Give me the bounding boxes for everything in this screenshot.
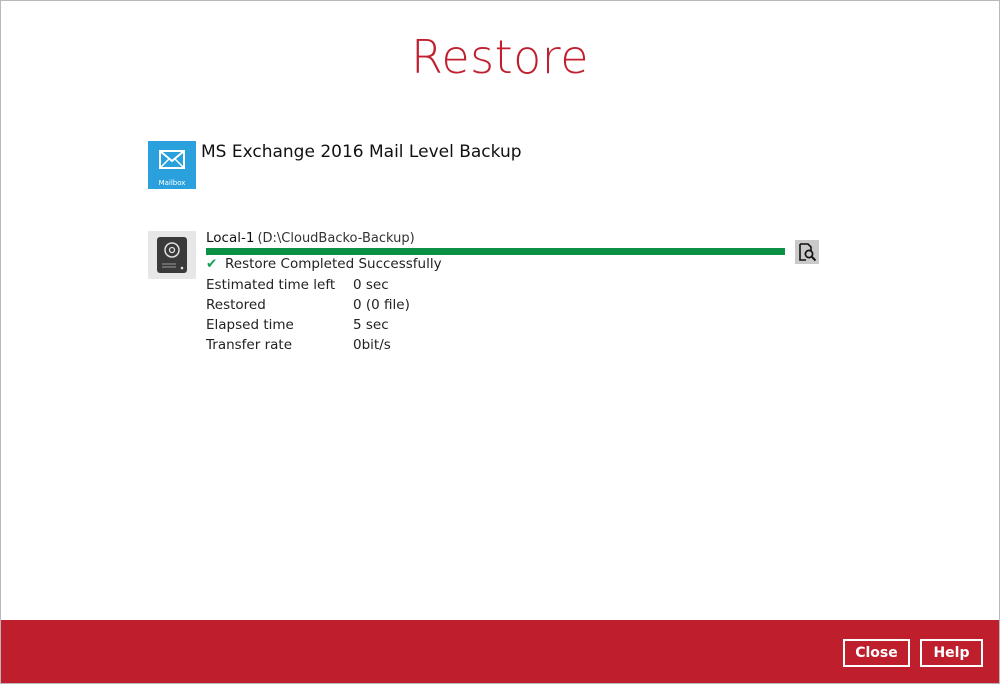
backup-set-name: MS Exchange 2016 Mail Level Backup: [201, 142, 522, 162]
mailbox-icon: [159, 150, 185, 169]
stat-value: 0 sec: [353, 277, 389, 293]
stat-row-estimated-time: Estimated time left 0 sec: [206, 276, 410, 296]
hard-drive-icon: [157, 237, 187, 273]
help-button[interactable]: Help: [920, 639, 983, 667]
close-button[interactable]: Close: [843, 639, 910, 667]
checkmark-icon: ✔: [206, 256, 218, 272]
stat-value: 5 sec: [353, 317, 389, 333]
backup-set-tile: Mailbox: [148, 141, 196, 189]
destination-label: Local-1 (D:\CloudBacko-Backup): [206, 230, 415, 246]
restore-progress-fill: [206, 248, 785, 255]
page-title: Restore: [410, 30, 590, 84]
restore-stats: Estimated time left 0 sec Restored 0 (0 …: [206, 276, 410, 356]
view-report-button[interactable]: [795, 240, 819, 264]
stat-label: Transfer rate: [206, 337, 292, 353]
mailbox-tile-label: Mailbox: [158, 179, 186, 187]
restore-status-text: Restore Completed Successfully: [225, 256, 442, 272]
stat-row-elapsed-time: Elapsed time 5 sec: [206, 316, 410, 336]
destination-name: Local-1: [206, 230, 255, 246]
stat-label: Elapsed time: [206, 317, 294, 333]
stat-label: Estimated time left: [206, 277, 336, 293]
footer-bar: Close Help: [1, 620, 999, 683]
restore-progress-bar: [206, 248, 785, 255]
stat-label: Restored: [206, 297, 266, 313]
stat-value: 0 (0 file): [353, 297, 410, 313]
view-report-icon: [799, 243, 817, 262]
restore-status: ✔ Restore Completed Successfully: [206, 256, 442, 272]
destination-tile: [148, 231, 196, 279]
stat-row-restored: Restored 0 (0 file): [206, 296, 410, 316]
stat-value: 0bit/s: [353, 337, 391, 353]
stat-row-transfer-rate: Transfer rate 0bit/s: [206, 336, 410, 356]
restore-window: [0, 0, 1000, 684]
destination-path: (D:\CloudBacko-Backup): [257, 231, 415, 246]
